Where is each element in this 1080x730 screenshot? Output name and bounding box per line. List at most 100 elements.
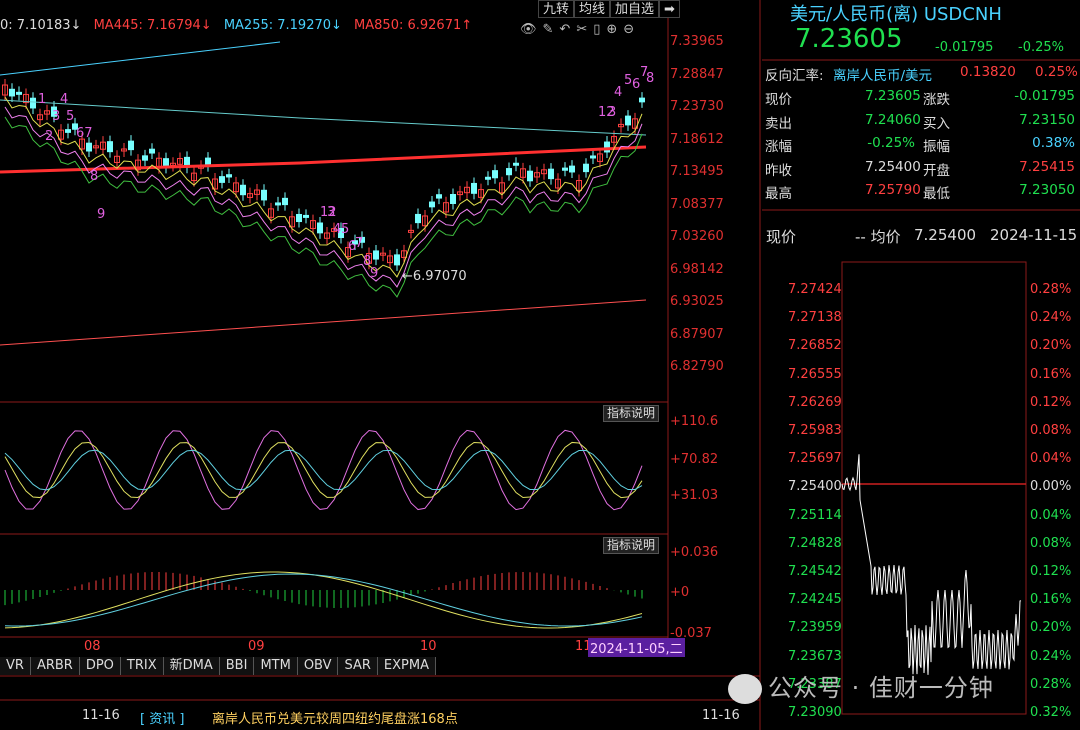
ma-button[interactable]: 均线 [574,0,611,18]
candle-body [492,170,498,179]
ma1-value: 0: 7.10183↓ [0,18,82,33]
intraday-price-label: 7.23673 [788,648,842,664]
intraday-pct-label: 0.12% [1030,564,1072,579]
main-axis-label: 6.82790 [670,359,724,374]
intraday-price-label: 7.25983 [788,423,842,438]
candle-body [429,201,435,208]
ind2-axis-top: +0.036 [670,545,719,560]
nine-turn-label: 2 [45,129,53,144]
candle-body [471,182,477,194]
indicator-tab[interactable]: VR [0,657,31,675]
indicator-tab[interactable]: SAR [338,657,378,675]
reverse-rate-name[interactable]: 离岸人民币/美元 [833,64,932,84]
intraday-price-label: 7.25697 [788,451,842,467]
candle-body [317,222,323,234]
nine-turn-label: 67 [76,126,93,141]
news-tag[interactable]: [ 资讯 ] [140,708,184,727]
quote-row: 卖出 7.24060 买入 7.23150 [765,112,1075,135]
ind1-axis-bot: +31.03 [670,488,719,503]
main-axis-label: 7.28847 [670,66,724,82]
ma255-line [0,99,647,136]
nine-turn-button[interactable]: 九转 [538,0,575,18]
indicator-tab[interactable]: EXPMA [377,657,436,675]
indicator-tab[interactable]: MTM [254,657,298,675]
candle-body [583,163,589,173]
ma445-value: MA445: 7.16794↓ [93,18,212,33]
quote-label: 振幅 [923,139,950,155]
nine-turn-label: 8 [90,169,98,184]
quote-label: 最低 [923,186,950,202]
candle-body [450,194,456,204]
candle-body [149,148,155,154]
wechat-icon [728,674,762,704]
candle-body [240,184,246,196]
reverse-rate-row: 反向汇率: 离岸人民币/美元 0.13820 0.25% [765,64,1078,87]
main-axis-label: 7.33965 [670,34,724,49]
indicator-tab[interactable]: ARBR [30,657,80,675]
main-axis-label: 7.13495 [670,164,724,179]
intraday-avg-value: 7.25400 [914,226,977,244]
news-headline[interactable]: 离岸人民币兑美元较周四纽约尾盘涨168点 [212,708,458,727]
cursor-date: 2024-11-05,二 [588,638,685,657]
intraday-label: 现价 [766,228,797,246]
scissors-icon[interactable]: ✂ [576,22,593,37]
news-tag-text: 资讯 [149,712,176,727]
brush-icon[interactable]: ✎ [543,22,560,37]
zoom-out-icon[interactable]: ⊖ [623,22,640,37]
nine-turn-label: 7 [355,236,363,251]
indicator-help-button-1[interactable]: 指标说明 [603,405,660,422]
ind2-axis-mid: +0 [670,585,690,600]
intraday-pct-label: 0.16% [1030,592,1072,608]
undo-icon[interactable]: ↶ [559,22,576,37]
candle-body [107,141,113,153]
price-change-pct: -0.25% [1018,40,1064,55]
intraday-pct-label: 0.20% [1030,338,1072,354]
zoom-icon[interactable]: ▯ [593,22,606,37]
macd-dif [4,571,643,629]
ind1-line-b [4,441,643,499]
intraday-pct-label: 0.28% [1030,676,1072,692]
candle-body [527,170,533,182]
nine-turn-label: 9 [97,207,105,222]
add-watchlist-button[interactable]: 加自选 [610,0,660,18]
indicator-tab[interactable]: 新DMA [163,657,220,675]
news-date-right: 11-16 [702,708,740,723]
ind1-line-c [4,449,643,491]
reverse-rate-pct: 0.25% [1035,64,1078,80]
chart-tools: 👁✎↶✂▯⊕⊖ [520,22,640,37]
reverse-rate-label: 反向汇率: [765,68,824,84]
zoom-in-icon[interactable]: ⊕ [606,22,623,37]
quote-value: 7.23605 [865,88,921,104]
candle-body [415,213,421,224]
quote-value: 7.23150 [1019,111,1075,128]
candle-body [296,213,302,223]
candle-body [506,168,512,176]
intraday-price-label: 7.25400 [788,479,842,495]
intraday-price-label: 7.26269 [788,394,842,410]
indicator-tab[interactable]: OBV [297,657,339,675]
intraday-price-label: 7.27138 [788,310,842,326]
quote-value: 7.24060 [865,111,921,128]
nine-turn-label: 5 [341,222,349,237]
candle-body [513,162,519,166]
eye-icon[interactable]: 👁 [520,22,543,37]
trend-line-high [0,41,281,76]
indicator-tab[interactable]: DPO [79,657,121,675]
nine-turn-label: 3 [52,109,60,124]
export-icon[interactable]: ➡ [659,0,680,18]
intraday-pct-label: 0.08% [1030,535,1072,551]
candle-body [303,214,309,218]
candle-body [562,167,568,171]
indicator-help-button-2[interactable]: 指标说明 [603,537,660,554]
quote-value: -0.01795 [1014,88,1075,104]
nine-turn-label: 4 [60,92,68,107]
intraday-price-label: 7.24542 [788,564,842,579]
intraday-pct-label: 0.00% [1030,479,1072,495]
nine-turn-label: 9 [370,266,378,281]
indicator-tab[interactable]: BBI [219,657,255,675]
candle-body [548,168,554,180]
candle-body [639,97,645,103]
current-price: 7.23605 [795,24,903,54]
intraday-price-label: 7.23959 [788,620,842,636]
indicator-tab[interactable]: TRIX [120,657,164,675]
